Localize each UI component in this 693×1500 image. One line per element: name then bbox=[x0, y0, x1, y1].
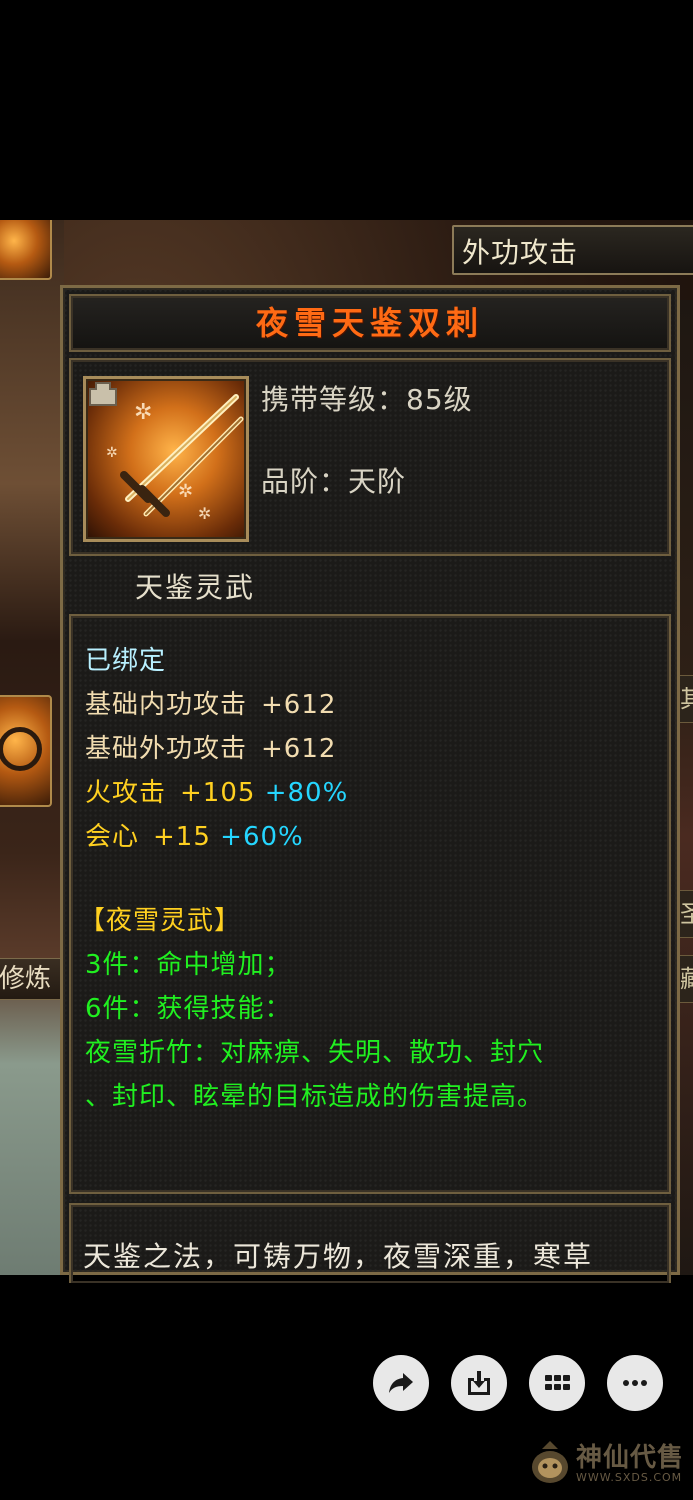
set-skill-description: 夜雪折竹：对麻痹、失明、散功、封穴 bbox=[85, 1038, 545, 1068]
item-name: 夜雪天鉴双刺 bbox=[255, 304, 484, 342]
item-grade: 品阶：天阶 bbox=[261, 465, 407, 498]
stat-bonus: +80% bbox=[264, 778, 349, 808]
stat-name: 火攻击 bbox=[85, 778, 167, 808]
attribute-tab[interactable]: 外功攻击 bbox=[452, 225, 693, 275]
cultivation-tab[interactable]: 修炼 bbox=[0, 958, 62, 1000]
stat-row: 火攻击 +105 +80% bbox=[85, 772, 348, 809]
watermark-url: WWW.SXDS.COM bbox=[576, 1471, 683, 1484]
more-icon bbox=[623, 1380, 647, 1386]
carry-level: 携带等级：85级 bbox=[261, 383, 473, 416]
set-bonus-3-piece: 3件：命中增加； bbox=[85, 950, 292, 980]
item-set-type: 天鉴灵武 bbox=[135, 571, 256, 604]
accessory-slot-thumbnail[interactable] bbox=[0, 695, 52, 807]
stat-row: 基础外功攻击 +612 bbox=[85, 728, 336, 765]
grid-icon bbox=[545, 1375, 570, 1390]
stat-bonus: +60% bbox=[220, 822, 304, 852]
mascot-logo-icon bbox=[532, 1441, 568, 1483]
grid-button[interactable] bbox=[529, 1355, 585, 1411]
share-icon bbox=[389, 1373, 413, 1393]
item-tooltip: 夜雪天鉴双刺 ✲ ✲ ✲ ✲ 携带等级：85级 品阶：天阶 天鉴灵武 已绑定 基… bbox=[60, 285, 680, 1283]
set-skill-description-cont: 、封印、眩晕的目标造成的伤害提高。 bbox=[85, 1082, 545, 1112]
item-title-bar: 夜雪天鉴双刺 bbox=[69, 294, 671, 352]
svg-text:✲: ✲ bbox=[198, 504, 211, 523]
stat-name: 会心 bbox=[85, 822, 140, 852]
attribute-tab-label: 外功攻击 bbox=[462, 236, 579, 269]
stat-row: 基础内功攻击 +612 bbox=[85, 684, 336, 721]
item-lore-box: 天鉴之法，可铸万物，夜雪深重，寒草 bbox=[69, 1203, 671, 1283]
stat-row: 会心 +15 +60% bbox=[85, 816, 304, 853]
stat-value: +612 bbox=[261, 734, 337, 764]
dual-blade-icon: ✲ ✲ ✲ ✲ bbox=[83, 376, 249, 542]
set-bonus-6-piece: 6件：获得技能： bbox=[85, 994, 292, 1024]
svg-text:✲: ✲ bbox=[106, 445, 118, 461]
watermark: 神仙代售 WWW.SXDS.COM bbox=[528, 1435, 688, 1493]
stat-value: +612 bbox=[261, 690, 337, 720]
share-button[interactable] bbox=[373, 1355, 429, 1411]
stat-name: 基础内功攻击 bbox=[85, 690, 248, 720]
watermark-name: 神仙代售 bbox=[576, 1443, 685, 1473]
stat-value: +105 bbox=[180, 778, 256, 808]
set-bonus-title: 【夜雪灵武】 bbox=[79, 906, 242, 936]
item-info-box: ✲ ✲ ✲ ✲ 携带等级：85级 品阶：天阶 bbox=[69, 358, 671, 556]
stat-value: +15 bbox=[153, 822, 211, 852]
more-button[interactable] bbox=[607, 1355, 663, 1411]
item-stats-box: 已绑定 基础内功攻击 +612 基础外功攻击 +612 火攻击 +105 +80% 会… bbox=[69, 614, 671, 1194]
download-icon bbox=[468, 1371, 490, 1395]
svg-text:✲: ✲ bbox=[178, 481, 193, 502]
bound-status: 已绑定 bbox=[85, 646, 167, 676]
stat-name: 基础外功攻击 bbox=[85, 734, 248, 764]
download-button[interactable] bbox=[451, 1355, 507, 1411]
svg-text:✲: ✲ bbox=[134, 400, 152, 425]
equipment-slot-thumbnail[interactable] bbox=[0, 220, 52, 280]
bracelet-icon bbox=[0, 727, 42, 771]
bound-lock-icon bbox=[89, 382, 117, 406]
item-lore-text: 天鉴之法，可铸万物，夜雪深重，寒草 bbox=[83, 1240, 594, 1273]
